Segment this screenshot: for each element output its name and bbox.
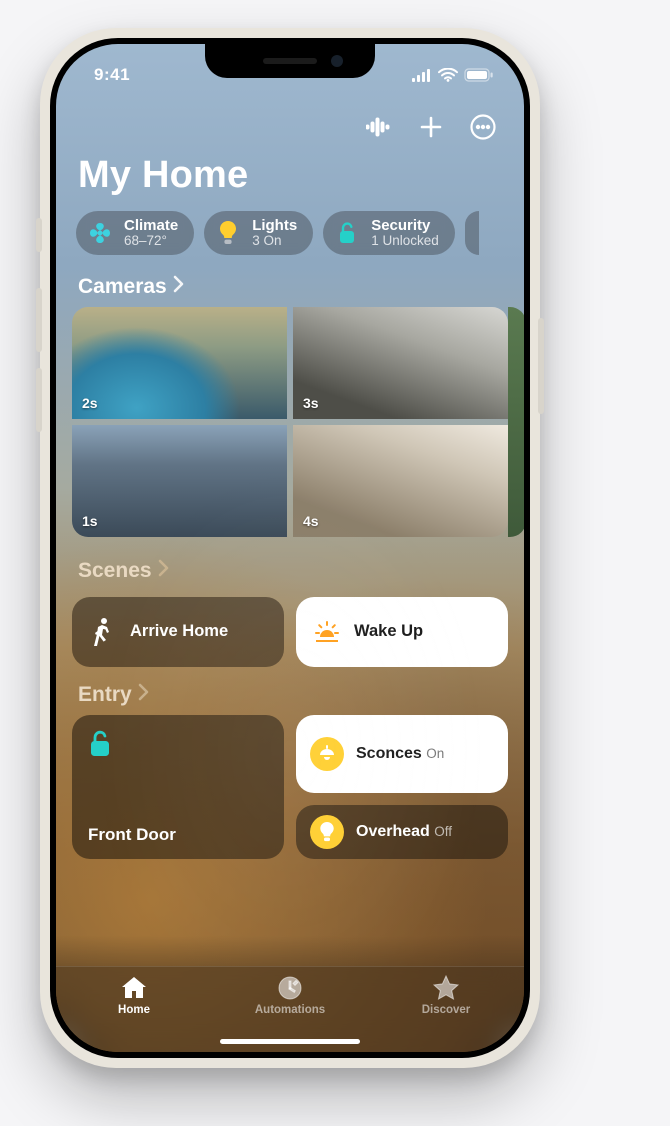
accessory-front-door[interactable]: Front Door: [72, 715, 284, 859]
accessory-label: Overhead: [356, 823, 430, 840]
tab-label: Automations: [255, 1004, 325, 1016]
scene-wake-up[interactable]: Wake Up: [296, 597, 508, 667]
scene-label: Arrive Home: [130, 622, 228, 641]
tab-home[interactable]: Home: [57, 975, 211, 1016]
chip-sub: 3 On: [252, 234, 297, 248]
accessory-label: Sconces: [356, 745, 422, 762]
battery-icon: [464, 68, 494, 82]
camera-timestamp: 4s: [303, 513, 319, 529]
bulb-icon: [214, 219, 242, 247]
announce-icon[interactable]: [364, 112, 394, 142]
lock-open-icon: [88, 729, 268, 764]
section-cameras-header[interactable]: Cameras: [72, 273, 508, 307]
camera-tile[interactable]: 4s: [293, 425, 508, 537]
camera-timestamp: 2s: [82, 395, 98, 411]
tab-discover[interactable]: Discover: [369, 975, 523, 1016]
accessory-overhead[interactable]: Overhead Off: [296, 805, 508, 859]
more-button[interactable]: [468, 112, 498, 142]
accessory-sub: On: [426, 746, 444, 761]
chip-climate[interactable]: Climate 68–72°: [76, 211, 194, 255]
section-title: Cameras: [78, 275, 167, 299]
tab-automations[interactable]: Automations: [213, 975, 367, 1016]
fan-icon: [86, 219, 114, 247]
chip-sub: 1 Unlocked: [371, 234, 439, 248]
accessory-sconces[interactable]: Sconces On: [296, 715, 508, 793]
section-entry-header[interactable]: Entry: [72, 681, 508, 715]
cameras-overflow-peek[interactable]: [508, 307, 524, 537]
section-title: Scenes: [78, 559, 152, 583]
chevron-right-icon: [173, 275, 184, 299]
chip-security[interactable]: Security 1 Unlocked: [323, 211, 455, 255]
screen: 9:41: [56, 44, 524, 1052]
section-scenes-header[interactable]: Scenes: [72, 557, 508, 591]
accessory-sub: Off: [434, 824, 452, 839]
tab-label: Home: [118, 1004, 150, 1016]
chevron-right-icon: [158, 559, 169, 583]
status-time: 9:41: [94, 65, 130, 85]
toolbar: [72, 108, 508, 150]
wifi-icon: [438, 68, 458, 82]
accessory-label: Front Door: [88, 825, 268, 845]
ceiling-light-icon: [310, 737, 344, 771]
scene-arrive-home[interactable]: Arrive Home: [72, 597, 284, 667]
tab-label: Discover: [422, 1004, 471, 1016]
cellular-icon: [412, 69, 432, 82]
status-chips-row[interactable]: Climate 68–72° Lights 3 On: [72, 211, 508, 273]
section-title: Entry: [78, 683, 132, 707]
camera-timestamp: 1s: [82, 513, 98, 529]
lock-open-icon: [333, 219, 361, 247]
chip-sub: 68–72°: [124, 234, 178, 248]
page-title: My Home: [72, 150, 508, 211]
chevron-right-icon: [138, 683, 149, 707]
scene-label: Wake Up: [354, 622, 423, 641]
add-button[interactable]: [416, 112, 446, 142]
chip-lights[interactable]: Lights 3 On: [204, 211, 313, 255]
camera-tile[interactable]: 1s: [72, 425, 287, 537]
chip-label: Security: [371, 218, 439, 234]
chip-label: Lights: [252, 218, 297, 234]
bulb-icon: [310, 815, 344, 849]
camera-timestamp: 3s: [303, 395, 319, 411]
sunrise-icon: [312, 620, 342, 644]
cameras-grid: 2s 3s 1s 4s: [72, 307, 508, 537]
device-notch: [205, 44, 375, 78]
home-indicator[interactable]: [220, 1039, 360, 1044]
camera-tile[interactable]: 2s: [72, 307, 287, 419]
camera-tile[interactable]: 3s: [293, 307, 508, 419]
person-walking-icon: [88, 617, 118, 647]
chip-label: Climate: [124, 218, 178, 234]
chip-overflow-peek[interactable]: [465, 211, 479, 255]
